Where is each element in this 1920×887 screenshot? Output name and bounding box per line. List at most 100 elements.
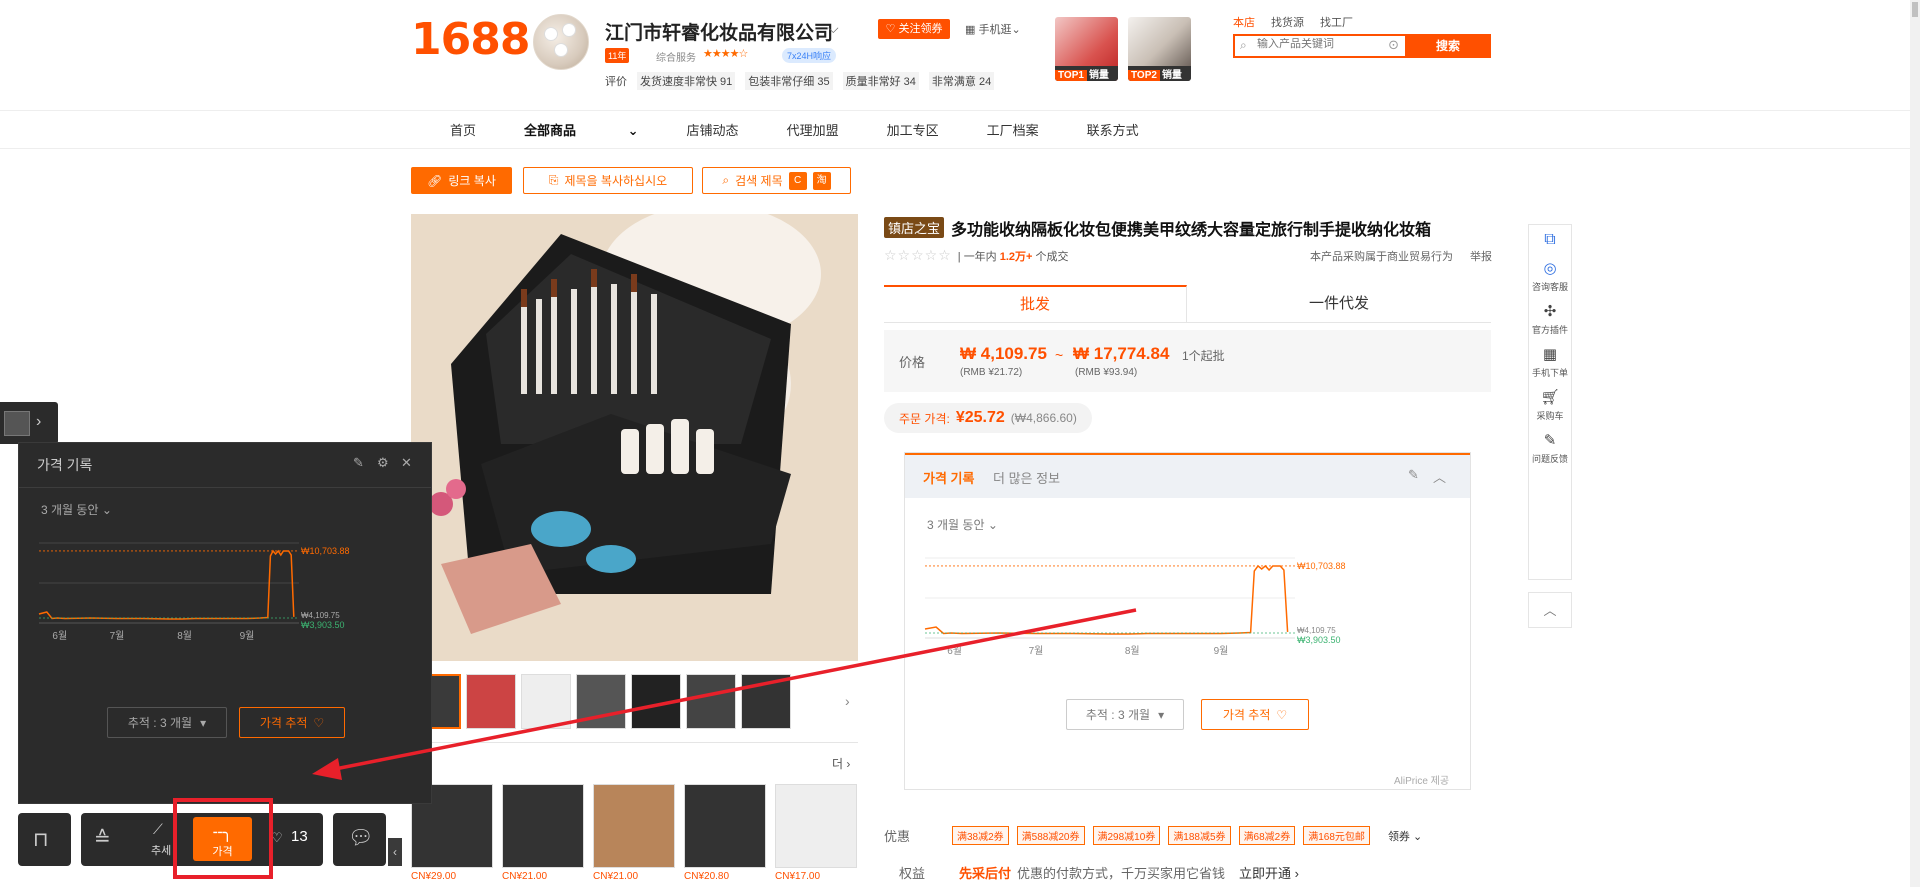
stack-icon[interactable]: ≙ [94,826,111,851]
year-badge: 11年 [605,48,630,63]
side-tool-cart[interactable]: 🛒︎ 采购车 [1532,389,1568,422]
price-label: 价格 [899,355,926,370]
scrollbar[interactable] [1910,0,1920,887]
coupon[interactable]: 满188减5券 [1168,826,1231,845]
mobile-link[interactable]: ▦ 手机逛⌄ [965,21,1021,37]
promo-top2[interactable]: TOP2 销量 [1128,17,1191,81]
back-to-top-button[interactable]: ︿ [1528,592,1572,628]
thumbnail[interactable] [686,674,736,729]
edit-icon[interactable]: ✎ [353,455,364,471]
thumbnail[interactable] [631,674,681,729]
activate-link[interactable]: 立即开通 › [1239,863,1299,882]
scrollbar-thumb[interactable] [1912,2,1918,17]
price-tilde: ~ [1055,347,1064,363]
nav-item[interactable]: 店铺动态 [687,120,739,139]
coupon[interactable]: 满588减20券 [1016,826,1085,845]
trend-icon[interactable]: ⟋ [153,821,163,838]
nav-item[interactable]: 全部商品 ⌄ [524,120,639,139]
sales-value: 1.2万+ [999,251,1033,263]
like-count: 13 [291,828,308,845]
price-alert-button[interactable]: 가격 추적 ♡ [1201,699,1309,730]
section-divider [411,742,858,743]
tab-dropship[interactable]: 一件代发 [1187,285,1491,323]
nav-item[interactable]: 工厂档案 [987,120,1039,139]
rating-tag: 非常满意 24 [928,72,995,90]
coupon[interactable]: 满168元包邮 [1303,826,1370,845]
related-product[interactable] [502,784,584,868]
translate-tool[interactable]: ⧉ [1532,231,1568,252]
close-icon[interactable]: ✕ [401,455,412,471]
search-input[interactable] [1257,38,1383,50]
price-line [924,564,1289,635]
dock-bag[interactable]: ⊓ [18,813,71,866]
track-period-select[interactable]: 추적 : 3 개월 ▾ [107,707,227,738]
tab-price-history[interactable]: 가격 기록 [923,468,974,487]
range-select[interactable]: 3 개월 동안 ⌄ [41,501,112,518]
chevron-down-icon[interactable]: ⌵ [828,20,839,37]
support-badge: 7x24H响应 [782,48,837,63]
x-tick-label: 8월 [1125,645,1140,657]
range-select[interactable]: 3 개월 동안 ⌄ [927,516,998,533]
search-title-button[interactable]: ⌕ 검색 제목 C 淘 [702,167,851,194]
shop-avatar[interactable] [533,14,589,70]
tab-more-info[interactable]: 더 많은 정보 [993,468,1060,487]
product-main-image[interactable] [411,214,858,661]
side-tool-feedback[interactable]: ✎ 问题反馈 [1532,432,1568,465]
nav-item[interactable]: 联系方式 [1087,120,1139,139]
thumbnail[interactable] [576,674,626,729]
highlight-box [173,798,273,879]
edit-icon: ✎ [1543,432,1557,449]
chevron-right-icon: › [36,413,42,430]
thumbnail[interactable] [521,674,571,729]
more-link[interactable]: 더 › [832,755,850,772]
follow-button[interactable]: ♡ 关注领券 [878,19,950,39]
price-high: ₩ 17,774.84 [1073,344,1170,363]
nav-item[interactable]: 加工专区 [887,120,939,139]
coupon[interactable]: 满38减2券 [952,826,1009,845]
side-tool-service[interactable]: ◎ 咨询客服 [1532,260,1568,293]
taobao-icon[interactable]: 淘 [812,171,831,190]
claim-coupons[interactable]: 领券 ⌄ [1388,828,1422,844]
thumbnail[interactable] [466,674,516,729]
nav-item[interactable]: 首页 [450,120,476,139]
tab-wholesale[interactable]: 批发 [884,285,1187,323]
related-product[interactable] [593,784,675,868]
thumb-next-icon[interactable]: › [845,693,850,709]
dock-collapse-handle[interactable]: ‹ [388,838,402,866]
related-product[interactable] [775,784,857,868]
promo-top1[interactable]: TOP1 销量 [1055,17,1118,81]
report-link[interactable]: 举报 [1470,248,1492,264]
copy-title-button[interactable]: ⎘ 제목을 복사하십시오 [523,167,693,194]
gear-icon[interactable]: ⚙ [377,455,389,471]
collapse-icon[interactable]: ︿ [1433,467,1446,486]
copy-title-label: 제목을 복사하십시오 [564,174,668,188]
dock-chat[interactable]: 💬︎ [333,813,386,866]
caret-down-icon: ▾ [1158,707,1165,722]
search-tab[interactable]: 本店 [1233,14,1255,30]
thumbnail[interactable] [741,674,791,729]
side-tool-plugin[interactable]: ✣ 官方插件 [1532,303,1568,336]
copy-link-label: 링크 복사 [448,174,496,188]
price-alert-button[interactable]: 가격 추적 ♡ [239,707,345,738]
related-product[interactable] [684,784,766,868]
service-label: 综合服务 [656,53,696,64]
coupon[interactable]: 满298减10券 [1092,826,1161,845]
track-period-select[interactable]: 추적 : 3 개월 ▾ [1066,699,1184,730]
side-tool-mobile[interactable]: ▦ 手机下单 [1532,346,1568,379]
search-tab[interactable]: 找工厂 [1320,14,1353,30]
price-high-rmb: (RMB ¥93.94) [1075,367,1138,378]
shop-name[interactable]: 江门市轩睿化妆品有限公司 [605,18,833,45]
edit-icon[interactable]: ✎ [1408,467,1419,483]
mini-product-tab[interactable]: › [0,402,58,444]
site-logo[interactable]: 1688 [411,14,530,65]
search-box: ⌕ ⊙ [1233,34,1405,58]
site-icon[interactable]: C [788,171,807,190]
search-tab[interactable]: 找货源 [1271,14,1304,30]
related-price: CN¥21.00 [593,871,639,882]
coupon[interactable]: 满68减2券 [1238,826,1296,845]
nav-item[interactable]: 代理加盟 [787,120,839,139]
copy-link-button[interactable]: 🔗︎ 링크 복사 [411,167,512,194]
search-button[interactable]: 搜索 [1405,34,1491,58]
camera-icon[interactable]: ⊙ [1388,37,1399,53]
mini-thumbnail [4,411,30,436]
